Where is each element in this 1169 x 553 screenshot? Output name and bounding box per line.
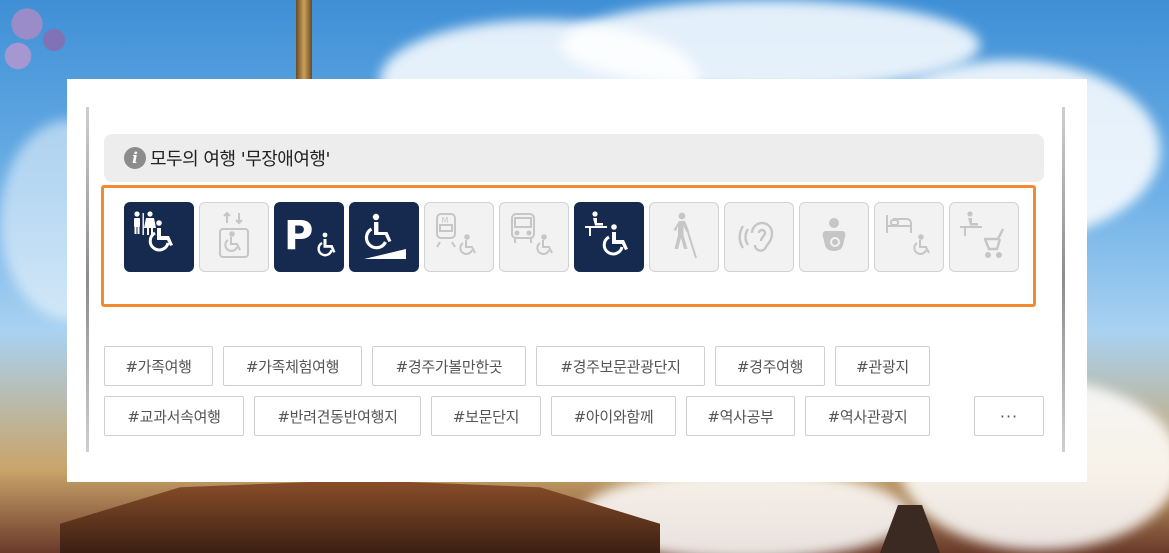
hashtag-chip[interactable]: #가족여행 — [104, 346, 213, 386]
card-edge-left — [86, 107, 89, 452]
info-icon: i — [124, 147, 146, 169]
hashtag-chip[interactable]: #역사관광지 — [805, 396, 930, 436]
accessible-parking-icon[interactable]: P — [274, 202, 344, 272]
accessible-ramp-icon[interactable] — [349, 202, 419, 272]
hashtag-chip[interactable]: #경주여행 — [715, 346, 825, 386]
accessible-restroom-icon[interactable] — [124, 202, 194, 272]
hashtag-chip[interactable]: #관광지 — [835, 346, 930, 386]
stroller-rental-icon[interactable] — [949, 202, 1019, 272]
barrier-free-card: i 모두의 여행 '무장애여행' P M #가족여행 #가족체험여행 #경주가볼… — [67, 79, 1087, 482]
svg-text:P: P — [284, 213, 313, 259]
subway-access-icon[interactable]: M — [424, 202, 494, 272]
card-edge-right — [1062, 107, 1065, 452]
facility-icon-row: P M — [124, 202, 1019, 272]
hashtag-chip[interactable]: #경주가볼만한곳 — [372, 346, 526, 386]
hashtag-chip[interactable]: #반려견동반여행지 — [254, 396, 421, 436]
wheelchair-rental-icon[interactable] — [574, 202, 644, 272]
section-header: i 모두의 여행 '무장애여행' — [104, 134, 1044, 182]
hashtag-chip[interactable]: #보문단지 — [431, 396, 541, 436]
hashtag-chip[interactable]: #교과서속여행 — [104, 396, 244, 436]
hashtag-chip[interactable]: #경주보문관광단지 — [536, 346, 705, 386]
accessible-lodging-icon[interactable] — [874, 202, 944, 272]
hearing-impairment-icon[interactable] — [724, 202, 794, 272]
bus-access-icon[interactable] — [499, 202, 569, 272]
accessible-elevator-icon[interactable] — [199, 202, 269, 272]
visual-impairment-icon[interactable] — [649, 202, 719, 272]
more-tags-button[interactable]: ··· — [974, 396, 1044, 436]
svg-text:M: M — [442, 216, 449, 225]
nursing-room-icon[interactable] — [799, 202, 869, 272]
section-title: 모두의 여행 '무장애여행' — [150, 149, 330, 170]
hashtag-chip[interactable]: #가족체험여행 — [223, 346, 362, 386]
hashtag-chip[interactable]: #아이와함께 — [551, 396, 676, 436]
hashtag-chip[interactable]: #역사공부 — [686, 396, 795, 436]
